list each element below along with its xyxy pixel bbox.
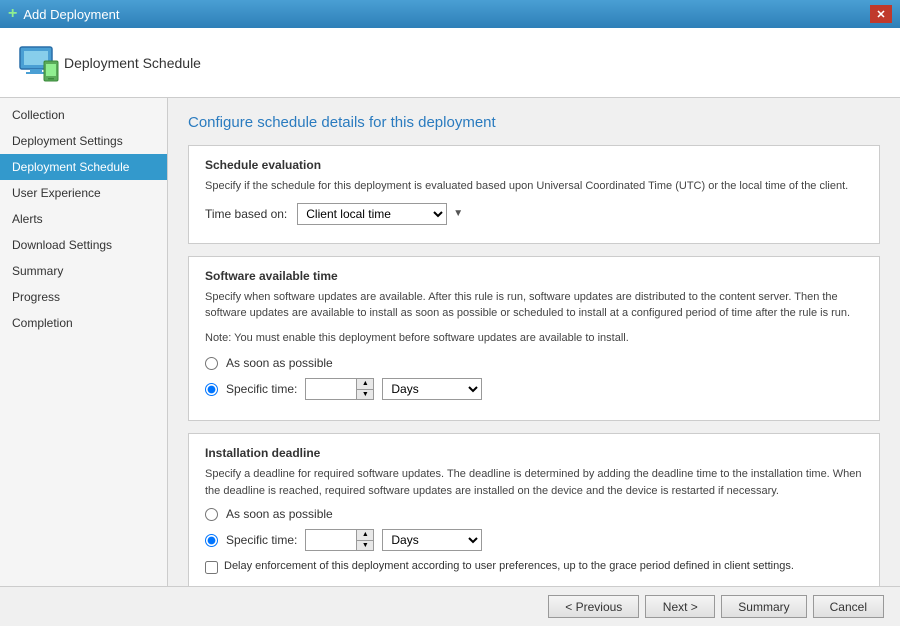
deadline-spinner-down[interactable]: ▼ — [357, 540, 373, 550]
cancel-button[interactable]: Cancel — [813, 595, 884, 618]
software-asap-radio[interactable] — [205, 357, 218, 370]
sidebar-item-deployment-settings[interactable]: Deployment Settings — [0, 128, 167, 154]
deadline-spinner-input[interactable]: 15 — [306, 530, 356, 550]
header-title: Deployment Schedule — [64, 55, 201, 71]
deadline-spinner-up[interactable]: ▲ — [357, 530, 373, 540]
software-radio-specific-row: Specific time: 15 ▲ ▼ Days Weeks Months — [205, 378, 863, 400]
title-bar-left: + Add Deployment — [8, 5, 119, 23]
software-specific-radio[interactable] — [205, 383, 218, 396]
software-days-select[interactable]: Days Weeks Months — [382, 378, 482, 400]
time-based-label: Time based on: — [205, 207, 287, 221]
main-content: Configure schedule details for this depl… — [168, 98, 900, 586]
software-radio-group: As soon as possible Specific time: 15 ▲ … — [205, 356, 863, 400]
sidebar-item-collection[interactable]: Collection — [0, 102, 167, 128]
deadline-spinner: 15 ▲ ▼ — [305, 529, 374, 551]
deadline-specific-radio[interactable] — [205, 534, 218, 547]
summary-button[interactable]: Summary — [721, 595, 806, 618]
sidebar-item-summary[interactable]: Summary — [0, 258, 167, 284]
sidebar-item-alerts[interactable]: Alerts — [0, 206, 167, 232]
main-window: Deployment Schedule Collection Deploymen… — [0, 28, 900, 626]
sidebar-item-progress[interactable]: Progress — [0, 284, 167, 310]
deployment-schedule-icon — [16, 39, 64, 87]
software-spinner: 15 ▲ ▼ — [305, 378, 374, 400]
installation-deadline-desc: Specify a deadline for required software… — [205, 466, 863, 499]
window-title: Add Deployment — [23, 7, 119, 22]
installation-deadline-title: Installation deadline — [205, 446, 863, 460]
schedule-evaluation-desc: Specify if the schedule for this deploym… — [205, 178, 863, 195]
previous-button[interactable]: < Previous — [548, 595, 639, 618]
time-based-select[interactable]: Client local time UTC — [297, 203, 447, 225]
schedule-evaluation-section: Schedule evaluation Specify if the sched… — [188, 145, 880, 244]
deadline-specific-label: Specific time: — [226, 533, 297, 547]
software-spinner-down[interactable]: ▼ — [357, 389, 373, 399]
deadline-radio-asap-row: As soon as possible — [205, 507, 863, 521]
delay-enforcement-checkbox[interactable] — [205, 561, 218, 574]
content-area: Collection Deployment Settings Deploymen… — [0, 98, 900, 586]
delay-enforcement-row: Delay enforcement of this deployment acc… — [205, 559, 863, 574]
schedule-evaluation-title: Schedule evaluation — [205, 158, 863, 172]
software-asap-label: As soon as possible — [226, 356, 333, 370]
software-available-desc: Specify when software updates are availa… — [205, 289, 863, 322]
installation-deadline-section: Installation deadline Specify a deadline… — [188, 433, 880, 586]
sidebar-item-user-experience[interactable]: User Experience — [0, 180, 167, 206]
delay-enforcement-label: Delay enforcement of this deployment acc… — [224, 559, 794, 574]
time-based-row: Time based on: Client local time UTC ▼ — [205, 203, 863, 225]
add-icon: + — [8, 5, 17, 23]
next-button[interactable]: Next > — [645, 595, 715, 618]
deadline-asap-radio[interactable] — [205, 508, 218, 521]
close-button[interactable]: ✕ — [870, 5, 892, 23]
deadline-radio-group: As soon as possible Specific time: 15 ▲ … — [205, 507, 863, 551]
software-spinner-up[interactable]: ▲ — [357, 379, 373, 389]
sidebar-item-completion[interactable]: Completion — [0, 310, 167, 336]
software-available-title: Software available time — [205, 269, 863, 283]
deadline-asap-label: As soon as possible — [226, 507, 333, 521]
software-specific-label: Specific time: — [226, 382, 297, 396]
sidebar-item-deployment-schedule[interactable]: Deployment Schedule — [0, 154, 167, 180]
page-title: Configure schedule details for this depl… — [188, 114, 880, 131]
software-available-note: Note: You must enable this deployment be… — [205, 330, 863, 347]
deadline-days-select[interactable]: Days Weeks Months — [382, 529, 482, 551]
chevron-down-icon: ▼ — [453, 208, 463, 219]
sidebar: Collection Deployment Settings Deploymen… — [0, 98, 168, 586]
header-area: Deployment Schedule — [0, 28, 900, 98]
software-spinner-input[interactable]: 15 — [306, 379, 356, 399]
title-bar: + Add Deployment ✕ — [0, 0, 900, 28]
deadline-radio-specific-row: Specific time: 15 ▲ ▼ Days Weeks Months — [205, 529, 863, 551]
software-spinner-buttons: ▲ ▼ — [356, 379, 373, 399]
software-radio-asap-row: As soon as possible — [205, 356, 863, 370]
deadline-spinner-buttons: ▲ ▼ — [356, 530, 373, 550]
software-available-section: Software available time Specify when sof… — [188, 256, 880, 422]
button-bar: < Previous Next > Summary Cancel — [0, 586, 900, 626]
sidebar-item-download-settings[interactable]: Download Settings — [0, 232, 167, 258]
